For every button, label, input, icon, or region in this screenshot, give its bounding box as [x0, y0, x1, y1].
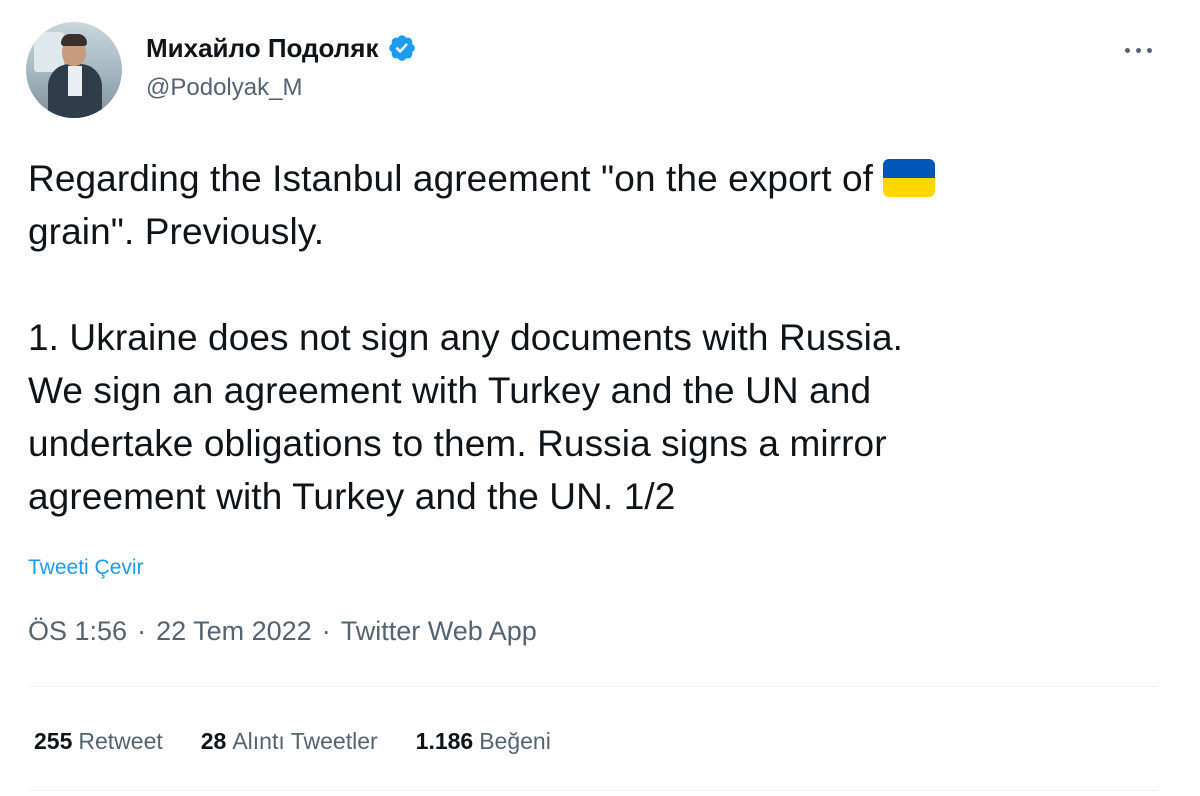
tweet-time[interactable]: ÖS 1:56	[28, 616, 127, 647]
author-display-name[interactable]: Михайло Подоляк	[146, 33, 379, 64]
tweet-source[interactable]: Twitter Web App	[341, 616, 537, 647]
tweet-card: Михайло Подоляк @Podolyak_M Regarding th…	[0, 0, 1200, 796]
ukraine-flag-icon	[883, 159, 936, 197]
tweet-text-body: 1. Ukraine does not sign any documents w…	[28, 317, 904, 517]
author-handle[interactable]: @Podolyak_M	[146, 74, 302, 102]
avatar[interactable]	[26, 22, 122, 118]
more-dot	[1135, 47, 1141, 53]
tweet-meta: ÖS 1:56 · 22 Tem 2022 · Twitter Web App	[28, 616, 537, 647]
likes-count: 1.186	[415, 728, 474, 754]
likes-stat[interactable]: 1.186 Beğeni	[416, 728, 551, 755]
retweets-stat[interactable]: 255 Retweet	[34, 728, 163, 755]
divider	[28, 790, 1158, 791]
tweet-date[interactable]: 22 Tem 2022	[156, 616, 312, 647]
tweet-stats: 255 Retweet 28 Alıntı Tweetler 1.186 Beğeni	[34, 728, 589, 755]
author-name-row: Михайло Подоляк	[146, 30, 417, 66]
flag-bottom-stripe	[883, 178, 936, 197]
retweets-count: 255	[34, 728, 73, 754]
quotes-label: Alıntı Tweetler	[232, 728, 378, 754]
more-dot	[1124, 47, 1130, 53]
flag-top-stripe	[883, 159, 936, 178]
quotes-count: 28	[200, 728, 227, 754]
tweet-text-line1: Regarding the Istanbul agreement "on the…	[28, 158, 874, 199]
verified-badge-icon	[387, 33, 417, 63]
tweet-text: Regarding the Istanbul agreement "on the…	[28, 152, 1168, 523]
translate-tweet-link[interactable]: Tweeti Çevir	[28, 556, 144, 580]
meta-separator: ·	[321, 616, 331, 646]
tweet-text-line2: grain". Previously.	[28, 211, 325, 252]
meta-separator: ·	[137, 616, 147, 646]
quote-tweets-stat[interactable]: 28 Alıntı Tweetler	[201, 728, 378, 755]
divider	[28, 686, 1158, 687]
avatar-hair	[61, 34, 87, 46]
avatar-shirt	[68, 66, 82, 96]
more-dot	[1146, 47, 1152, 53]
likes-label: Beğeni	[479, 728, 551, 754]
retweets-label: Retweet	[78, 728, 163, 754]
more-options-icon[interactable]	[1114, 36, 1162, 64]
